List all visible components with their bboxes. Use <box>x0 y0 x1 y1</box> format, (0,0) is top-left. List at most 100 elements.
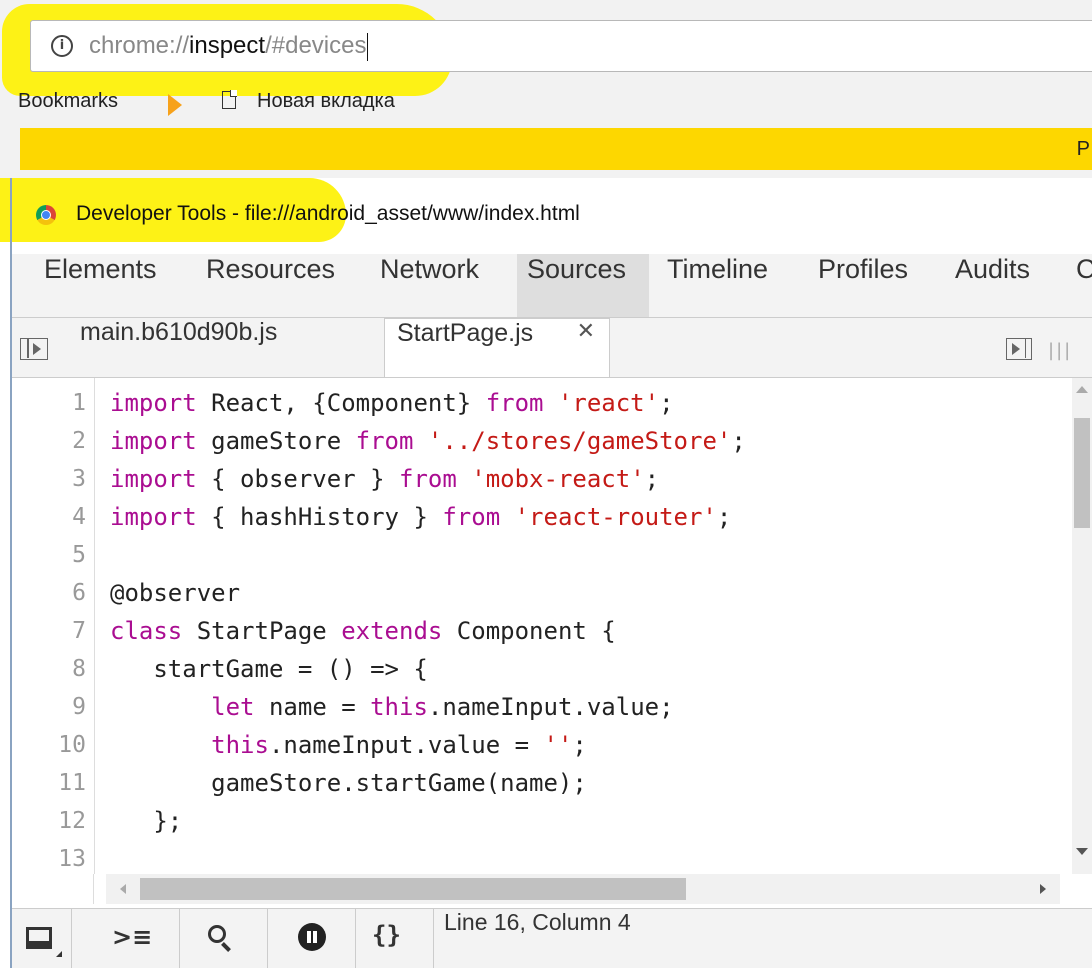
address-bar[interactable]: i chrome://inspect/#devices <box>30 20 1092 72</box>
tab-timeline[interactable]: Timeline <box>657 254 778 317</box>
bookmark-new-tab[interactable]: Новая вкладка <box>257 90 395 113</box>
line-number[interactable]: 7 <box>12 612 94 650</box>
tab-resources[interactable]: Resources <box>196 254 345 317</box>
line-number[interactable]: 6 <box>12 574 94 612</box>
line-number[interactable]: 5 <box>12 536 94 574</box>
scroll-right-icon[interactable] <box>1040 884 1046 894</box>
code-token: startGame = () => { <box>110 655 428 683</box>
infobar: P <box>20 128 1092 170</box>
code-string: '' <box>543 731 573 759</box>
code-string: 'react-router' <box>514 503 717 531</box>
close-icon[interactable]: ✕ <box>577 319 595 344</box>
url-text[interactable]: chrome://inspect/#devices <box>89 32 369 61</box>
info-icon[interactable]: i <box>51 35 73 57</box>
bookmarks-bar: Bookmarks Новая вкладка <box>0 84 1092 124</box>
code-keyword: from <box>399 465 457 493</box>
scroll-thumb[interactable] <box>1074 418 1090 528</box>
line-number[interactable]: 8 <box>12 650 94 688</box>
debugger-sidebar-toggle-icon[interactable] <box>1006 338 1032 360</box>
url-path: /#devices <box>265 32 367 59</box>
code-line[interactable]: import gameStore from '../stores/gameSto… <box>110 422 746 460</box>
scroll-down-icon[interactable] <box>1076 848 1088 855</box>
window-title: Developer Tools - file:///android_asset/… <box>76 202 580 225</box>
code-line[interactable]: let name = this.nameInput.value; <box>110 688 674 726</box>
file-tab-startpage[interactable]: StartPage.js ✕ <box>384 318 610 377</box>
infobar-text: P <box>1076 138 1090 160</box>
code-token: ; <box>572 731 587 759</box>
more-icon[interactable]: ||| <box>1048 340 1072 361</box>
tab-sources[interactable]: Sources <box>517 254 649 317</box>
pretty-print-button[interactable]: {} <box>356 909 434 968</box>
drawer-icon <box>26 927 52 949</box>
tab-profiles[interactable]: Profiles <box>808 254 918 317</box>
line-number[interactable]: 3 <box>12 460 94 498</box>
code-token: gameStore <box>196 427 356 455</box>
line-number[interactable]: 1 <box>12 384 94 422</box>
code-token: ; <box>659 389 674 417</box>
line-number-gutter[interactable]: 1 2 3 4 5 6 7 8 9 10 11 12 13 <box>12 378 95 874</box>
code-line[interactable]: @observer <box>110 574 240 612</box>
bookmarks-label[interactable]: Bookmarks <box>18 90 118 113</box>
code-editor[interactable]: 1 2 3 4 5 6 7 8 9 10 11 12 13 import React, {Compone… <box>12 378 1092 874</box>
code-keyword: extends <box>341 617 443 645</box>
code-token: ; <box>731 427 746 455</box>
line-number[interactable]: 10 <box>12 726 94 764</box>
scroll-up-icon[interactable] <box>1076 386 1088 393</box>
code-keyword: import <box>110 389 197 417</box>
code-line[interactable]: startGame = () => { <box>110 650 428 688</box>
line-number[interactable]: 11 <box>12 764 94 802</box>
line-number[interactable]: 2 <box>12 422 94 460</box>
console-drawer-button[interactable]: >≡ <box>72 909 180 968</box>
url-host: inspect <box>189 32 266 59</box>
line-number[interactable]: 12 <box>12 802 94 840</box>
tab-elements[interactable]: Elements <box>34 254 167 317</box>
code-line[interactable]: class StartPage extends Component { <box>110 612 616 650</box>
bookmark-arrow-icon[interactable] <box>168 94 182 116</box>
code-token: StartPage <box>182 617 342 645</box>
console-prompt-icon: >≡ <box>112 923 153 951</box>
code-line[interactable]: gameStore.startGame(name); <box>110 764 587 802</box>
code-string: '../stores/gameStore' <box>427 427 732 455</box>
tab-audits[interactable]: Audits <box>945 254 1040 317</box>
code-token: gameStore.startGame(name); <box>110 769 587 797</box>
line-number[interactable]: 13 <box>12 840 94 874</box>
code-line[interactable]: import { observer } from 'mobx-react'; <box>110 460 659 498</box>
drawer-button[interactable] <box>12 909 72 968</box>
code-line[interactable]: import { hashHistory } from 'react-route… <box>110 498 731 536</box>
vertical-scrollbar[interactable] <box>1072 378 1092 874</box>
pretty-print-icon: {} <box>372 921 401 949</box>
code-token: { hashHistory } <box>196 503 443 531</box>
page-icon <box>222 90 237 109</box>
line-number[interactable]: 9 <box>12 688 94 726</box>
code-line[interactable]: import React, {Component} from 'react'; <box>110 384 674 422</box>
search-button[interactable] <box>180 909 268 968</box>
pause-icon <box>298 923 326 951</box>
code-keyword: import <box>110 465 197 493</box>
code-line[interactable]: }; <box>110 802 182 840</box>
chrome-logo-icon <box>36 205 56 225</box>
file-tab-label: StartPage.js <box>397 319 534 347</box>
devtools-window: Developer Tools - file:///android_asset/… <box>0 178 1092 968</box>
code-token: { observer } <box>196 465 399 493</box>
code-keyword: this <box>370 693 428 721</box>
tab-console-truncated[interactable]: C <box>1066 254 1092 317</box>
code-keyword: from <box>485 389 544 417</box>
code-token: .nameInput.value; <box>427 693 674 721</box>
code-line[interactable]: this.nameInput.value = ''; <box>110 726 587 764</box>
pause-on-exceptions-button[interactable] <box>268 909 356 968</box>
file-tab-main[interactable]: main.b610d90b.js <box>70 318 382 377</box>
scroll-thumb[interactable] <box>140 878 686 900</box>
navigator-toggle-icon[interactable] <box>20 338 48 360</box>
cursor-position: Line 16, Column 4 <box>444 909 631 935</box>
horizontal-scrollbar[interactable] <box>106 874 1060 904</box>
code-keyword: import <box>110 503 197 531</box>
tab-network[interactable]: Network <box>370 254 489 317</box>
code-keyword: import <box>110 427 197 455</box>
text-caret <box>367 32 369 61</box>
code-token: .nameInput.value = <box>268 731 544 759</box>
panel-tabs: Elements Resources Network Sources Timel… <box>12 254 1092 318</box>
line-number[interactable]: 4 <box>12 498 94 536</box>
scroll-left-icon[interactable] <box>120 884 126 894</box>
